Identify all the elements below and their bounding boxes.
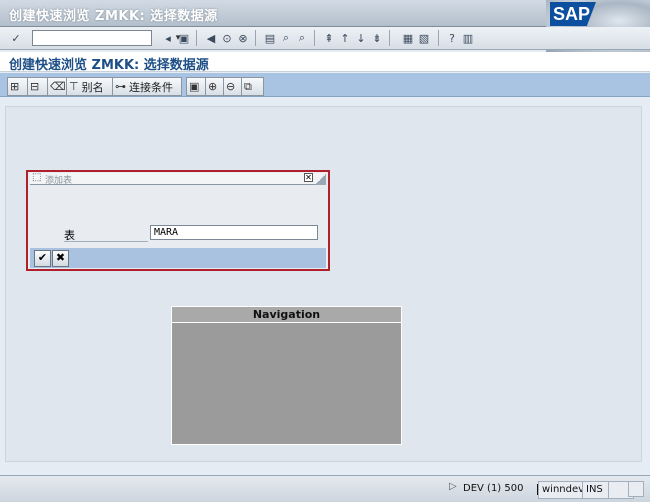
exit-icon[interactable]: ⊙ xyxy=(219,30,235,46)
join-icon: ⊶ xyxy=(115,80,126,93)
alias-label: 别名 xyxy=(81,80,104,94)
cancel-button[interactable]: ✖ xyxy=(52,250,69,267)
dialog-title: 添加表 xyxy=(45,176,73,186)
last-page-icon[interactable]: ⇟ xyxy=(369,30,385,46)
dialog-window-icon: ⬚ xyxy=(32,172,42,183)
toolbar-separator xyxy=(389,30,390,46)
page-title-bar: 创建快速浏览 ZMKK: 选择数据源 xyxy=(0,52,650,73)
status-expand-icon[interactable]: ▷ xyxy=(449,481,457,492)
navigation-panel[interactable]: Navigation xyxy=(171,306,402,445)
table-delete-icon: ⊟ xyxy=(30,80,40,93)
new-session-icon[interactable]: ▦ xyxy=(400,30,416,46)
table-field-label-row: 表 xyxy=(64,226,148,242)
cancel-icon[interactable]: ⊗ xyxy=(235,30,251,46)
table-insert-icon: ⊞ xyxy=(10,80,20,93)
next-page-icon[interactable]: ↓ xyxy=(353,30,369,46)
dialog-title-bar: ⬚ 添加表 xyxy=(30,172,326,186)
dialog-button-bar: ✔ ✖ xyxy=(30,248,326,268)
previous-page-icon[interactable]: ↑ xyxy=(337,30,353,46)
dialog-body: 表 MARA xyxy=(30,186,326,248)
command-field[interactable]: ▾ xyxy=(32,30,180,46)
zoom-in-icon: ⊕ xyxy=(208,80,218,93)
table-field-label: 表 xyxy=(64,229,75,242)
toolbar-separator xyxy=(438,30,439,46)
print-icon[interactable]: ▤ xyxy=(262,30,278,46)
dialog-title-corner xyxy=(316,173,326,185)
table-name-input[interactable]: MARA xyxy=(150,225,318,240)
toolbar-separator xyxy=(314,30,315,46)
confirm-button[interactable]: ✔ xyxy=(34,250,51,267)
status-field-end xyxy=(628,481,644,497)
enter-icon[interactable]: ✓ xyxy=(8,30,24,46)
save-icon[interactable]: ▣ xyxy=(176,30,192,46)
zoom-out-icon: ⊖ xyxy=(226,80,236,93)
join-label: 连接条件 xyxy=(129,80,173,94)
find-next-icon[interactable]: ⌕ xyxy=(294,30,310,46)
find-icon[interactable]: ⌕ xyxy=(278,30,294,46)
layout-menu-icon[interactable]: ▥ xyxy=(460,30,476,46)
alias-button[interactable]: ⊤ 别名 xyxy=(66,77,114,96)
navigation-header: Navigation xyxy=(172,307,401,323)
alias-icon: ⊤ xyxy=(69,80,79,93)
optimize-icon: ⧉ xyxy=(244,79,252,93)
system-info: DEV (1) 500 xyxy=(463,483,524,494)
layout-icon: ▣ xyxy=(189,80,200,93)
trash-icon: ⌫ xyxy=(50,80,66,93)
join-conditions-button[interactable]: ⊶ 连接条件 xyxy=(112,77,182,96)
first-page-icon[interactable]: ⇞ xyxy=(321,30,337,46)
scroll-left-icon[interactable]: ◂ xyxy=(160,30,176,46)
add-table-dialog: ⬚ 添加表 ✕ 表 MARA ✔ ✖ xyxy=(26,170,330,271)
application-toolbar: ⊞ ⊟ ⌫ ⊤ 别名 ⊶ 连接条件 ▣ ⊕ ⊖ ⧉ xyxy=(0,73,650,97)
help-icon[interactable]: ? xyxy=(444,30,460,46)
page-title: 创建快速浏览 ZMKK: 选择数据源 xyxy=(9,58,209,73)
toolbar-separator xyxy=(196,30,197,46)
window-title: 创建快速浏览 ZMKK: 选择数据源 xyxy=(9,9,218,24)
standard-toolbar: ✓ ▾ ◂ ▣ ◀ ⊙ ⊗ ▤ ⌕ ⌕ ⇞ ↑ ↓ ⇟ ▦ ▧ ? ▥ xyxy=(0,27,650,50)
status-bar: ▷ DEV (1) 500 winndev INS xyxy=(0,475,650,502)
close-icon[interactable]: ✕ xyxy=(304,173,313,182)
shortcut-icon[interactable]: ▧ xyxy=(416,30,432,46)
back-icon[interactable]: ◀ xyxy=(203,30,219,46)
optimize-button[interactable]: ⧉ xyxy=(241,77,264,96)
toolbar-separator xyxy=(255,30,256,46)
